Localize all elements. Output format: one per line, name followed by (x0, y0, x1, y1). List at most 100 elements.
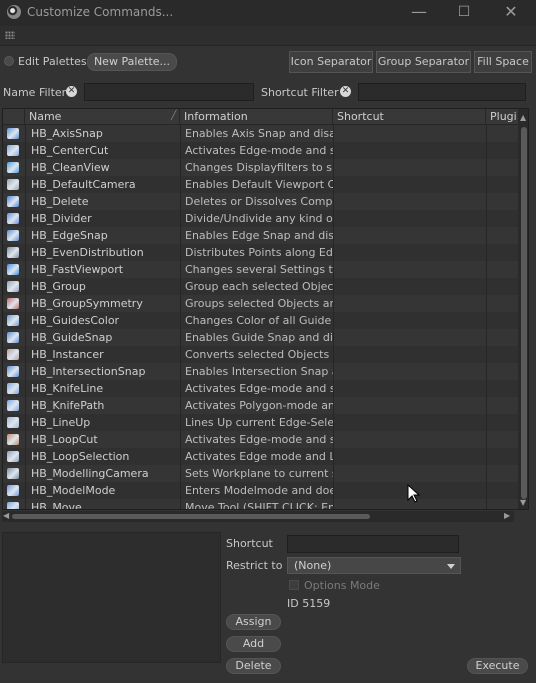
center-cut-icon (7, 145, 19, 156)
table-row[interactable]: HB_FastViewport Changes several Settings … (3, 261, 518, 278)
name-column-header[interactable]: Name (25, 109, 180, 125)
grip-handle-icon[interactable] (5, 31, 15, 39)
column-divider (25, 125, 26, 509)
table-row[interactable]: HB_LineUp Lines Up current Edge-Select (3, 414, 518, 431)
guide-snap-icon (7, 332, 19, 343)
table-row[interactable]: HB_AxisSnap Enables Axis Snap and disab (3, 125, 518, 142)
command-information: Sets Workplane to current se (185, 467, 333, 480)
loop-selection-icon (7, 451, 19, 462)
command-name: HB_LoopCut (31, 433, 98, 446)
name-filter-input[interactable] (84, 83, 254, 101)
axis-snap-icon (7, 128, 19, 139)
command-name: HB_LoopSelection (31, 450, 130, 463)
command-name: HB_Instancer (31, 348, 104, 361)
command-name: HB_LineUp (31, 416, 91, 429)
table-row[interactable]: HB_IntersectionSnap Enables Intersection … (3, 363, 518, 380)
close-button[interactable]: ✕ (488, 0, 534, 26)
table-row[interactable]: HB_CenterCut Activates Edge-mode and set (3, 142, 518, 159)
table-row[interactable]: HB_GroupSymmetry Groups selected Objects … (3, 295, 518, 312)
fast-viewport-icon (7, 264, 19, 275)
edit-palettes-checkbox[interactable] (4, 56, 14, 66)
command-information: Distributes Points along Edg (185, 246, 333, 259)
command-name: HB_Delete (31, 195, 89, 208)
icon-column-header[interactable] (3, 109, 25, 125)
add-button[interactable]: Add (226, 636, 281, 652)
table-row[interactable]: HB_CleanView Changes Displayfilters to sh… (3, 159, 518, 176)
table-row[interactable]: HB_EdgeSnap Enables Edge Snap and disal (3, 227, 518, 244)
scroll-up-icon[interactable]: ▲ (520, 113, 526, 123)
scroll-left-icon[interactable]: ◀ (3, 511, 9, 521)
clean-view-icon (7, 162, 19, 173)
column-divider (486, 125, 487, 509)
table-row[interactable]: HB_ModellingCamera Sets Workplane to curr… (3, 465, 518, 482)
scroll-right-icon[interactable]: ▶ (504, 511, 510, 521)
modelling-camera-icon (7, 468, 19, 479)
table-row[interactable]: HB_LoopCut Activates Edge-mode and set (3, 431, 518, 448)
command-name: HB_KnifeLine (31, 382, 104, 395)
delete-button[interactable]: Delete (226, 658, 281, 674)
command-information: Enables Edge Snap and disal (185, 229, 333, 242)
table-row[interactable]: HB_Divider Divide/Undivide any kind of (3, 210, 518, 227)
table-row[interactable]: HB_Delete Deletes or Dissolves Compor (3, 193, 518, 210)
table-row[interactable]: HB_LoopSelection Activates Edge mode and … (3, 448, 518, 465)
guides-color-icon (7, 315, 19, 326)
command-name: HB_DefaultCamera (31, 178, 136, 191)
horizontal-scrollbar[interactable]: ◀ ▶ (2, 511, 514, 522)
shortcut-input[interactable] (287, 535, 459, 553)
filter-bar: Name Filter ✕ Shortcut Filter ✕ (0, 82, 536, 104)
execute-button[interactable]: Execute (467, 658, 528, 674)
table-row[interactable]: HB_DefaultCamera Enables Default Viewport… (3, 176, 518, 193)
table-header: Name ╱ Information Shortcut Plugi (3, 109, 528, 125)
command-name: HB_KnifePath (31, 399, 105, 412)
command-information: Group each selected Object ( (185, 280, 333, 293)
command-information: Lines Up current Edge-Select (185, 416, 333, 429)
restrict-to-label: Restrict to (226, 559, 283, 572)
maximize-button[interactable]: ☐ (441, 0, 487, 26)
scroll-down-icon[interactable]: ▼ (520, 498, 526, 508)
table-row[interactable]: HB_EvenDistribution Distributes Points al… (3, 244, 518, 261)
command-information: Divide/Undivide any kind of (185, 212, 333, 225)
command-information: Activates Edge mode and Loc (185, 450, 333, 463)
table-row[interactable]: HB_Move Move Tool (SHIFT CLICK: Enal (3, 499, 518, 510)
icon-separator-button[interactable]: Icon Separator (289, 51, 373, 73)
shortcut-filter-input[interactable] (358, 83, 526, 101)
name-filter-label: Name Filter (3, 86, 67, 99)
assign-button[interactable]: Assign (226, 614, 281, 630)
new-palette-button[interactable]: New Palette... (87, 53, 177, 71)
command-information: Changes Displayfilters to sho (185, 161, 333, 174)
group-separator-button[interactable]: Group Separator (376, 51, 471, 73)
command-name: HB_GuidesColor (31, 314, 120, 327)
command-name: HB_Move (31, 501, 82, 510)
vertical-scrollbar[interactable]: ▲ ▼ (518, 109, 528, 509)
restrict-to-dropdown[interactable]: (None) (287, 557, 461, 574)
command-information: Enables Default Viewport Ca (185, 178, 333, 191)
clear-name-filter-icon[interactable]: ✕ (66, 86, 77, 97)
table-row[interactable]: HB_ModelMode Enters Modelmode and does (3, 482, 518, 499)
table-row[interactable]: HB_GuideSnap Enables Guide Snap and disa (3, 329, 518, 346)
information-column-header[interactable]: Information (180, 109, 333, 125)
table-row[interactable]: HB_Instancer Converts selected Objects to (3, 346, 518, 363)
table-row[interactable]: HB_KnifeLine Activates Edge-mode and set (3, 380, 518, 397)
panel-grip-bar (0, 26, 536, 46)
horizontal-scroll-thumb[interactable] (12, 514, 370, 519)
table-rows: HB_AxisSnap Enables Axis Snap and disab HB… (3, 125, 518, 510)
table-row[interactable]: HB_GuidesColor Changes Color of all Guide… (3, 312, 518, 329)
minimize-button[interactable]: — (396, 0, 442, 26)
command-name: HB_AxisSnap (31, 127, 103, 140)
options-mode-checkbox[interactable] (289, 580, 299, 590)
command-name: HB_CleanView (31, 161, 110, 174)
fill-space-button[interactable]: Fill Space (474, 51, 532, 73)
command-information: Enters Modelmode and does (185, 484, 333, 497)
options-mode-label: Options Mode (304, 579, 380, 592)
palette-toolbar: Edit Palettes New Palette... Icon Separa… (0, 48, 536, 76)
clear-shortcut-filter-icon[interactable]: ✕ (340, 86, 351, 97)
plugin-column-header[interactable]: Plugi (486, 109, 518, 125)
shortcut-column-header[interactable]: Shortcut (333, 109, 486, 125)
window-title: Customize Commands... (27, 5, 174, 19)
command-information: Enables Axis Snap and disab (185, 127, 333, 140)
table-row[interactable]: HB_KnifePath Activates Polygon-mode and (3, 397, 518, 414)
table-row[interactable]: HB_Group Group each selected Object ( (3, 278, 518, 295)
instancer-icon (7, 349, 19, 360)
vertical-scroll-thumb[interactable] (521, 127, 527, 499)
command-name: HB_CenterCut (31, 144, 109, 157)
